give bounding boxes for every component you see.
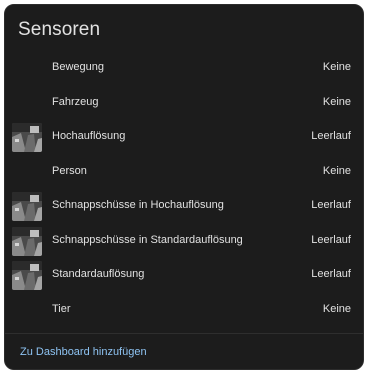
camera-snapshot-thumbnail[interactable]	[12, 192, 42, 221]
entity-row-fahrzeug[interactable]: Fahrzeug Keine	[5, 86, 363, 121]
add-to-dashboard-button[interactable]: Zu Dashboard hinzufügen	[20, 346, 147, 358]
entity-row-bewegung[interactable]: Bewegung Keine	[5, 51, 363, 86]
entity-state: Keine	[322, 61, 351, 73]
entity-name: Hochauflösung	[52, 130, 126, 142]
camera-snapshot-thumbnail[interactable]	[12, 261, 42, 290]
entity-name: Schnappschüsse in Hochauflösung	[52, 199, 224, 211]
entity-state: Leerlauf	[311, 268, 351, 280]
footer-divider	[5, 333, 363, 334]
entity-list: Bewegung Keine Fahrzeug Keine Hochauflös…	[5, 51, 363, 327]
entity-state: Keine	[322, 302, 351, 315]
entity-state: Leerlauf	[311, 130, 351, 142]
entity-row-standardaufloesung[interactable]: Standardauflösung Leerlauf	[5, 258, 363, 293]
entity-name: Tier	[52, 302, 71, 315]
entity-name: Fahrzeug	[52, 95, 99, 108]
entity-state: Leerlauf	[311, 233, 351, 246]
entity-name: Person	[52, 164, 87, 177]
entity-row-snapshots-standard[interactable]: Schnappschüsse in Standardauflösung Leer…	[5, 224, 363, 259]
entity-row-person[interactable]: Person Keine	[5, 155, 363, 190]
entity-state: Leerlauf	[311, 199, 351, 211]
camera-snapshot-thumbnail[interactable]	[12, 123, 42, 152]
sensors-card: Sensoren Bewegung Keine Fahrzeug Keine H…	[4, 4, 364, 370]
entity-state: Keine	[322, 95, 351, 108]
card-title: Sensoren	[18, 19, 101, 40]
entity-name: Standardauflösung	[52, 268, 145, 280]
entity-name: Bewegung	[52, 61, 104, 73]
entity-row-hochaufloesung[interactable]: Hochauflösung Leerlauf	[5, 120, 363, 155]
entity-state: Keine	[322, 164, 351, 177]
camera-snapshot-thumbnail[interactable]	[12, 226, 42, 256]
entity-row-tier[interactable]: Tier Keine	[5, 293, 363, 328]
entity-name: Schnappschüsse in Standardauflösung	[52, 233, 243, 246]
entity-row-snapshots-high[interactable]: Schnappschüsse in Hochauflösung Leerlauf	[5, 189, 363, 224]
